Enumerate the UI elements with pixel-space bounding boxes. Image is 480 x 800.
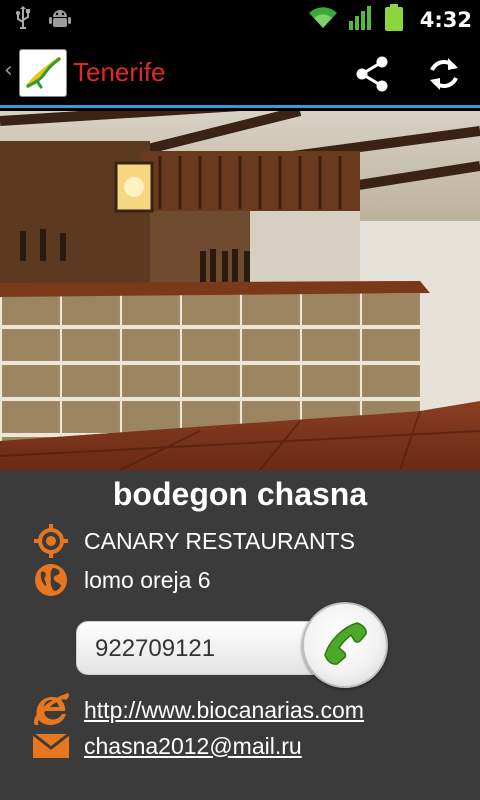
refresh-icon	[430, 58, 458, 90]
target-icon	[32, 522, 70, 560]
share-button[interactable]	[352, 54, 392, 94]
status-bar: 4:32	[0, 0, 480, 38]
category-row: CANARY RESTAURANTS	[32, 522, 355, 560]
wifi-icon	[308, 6, 338, 34]
android-debug-icon	[48, 6, 72, 34]
address-row: lomo oreja 6	[32, 561, 211, 599]
tenerife-island-icon	[26, 57, 61, 89]
share-icon	[356, 56, 388, 92]
globe-icon	[32, 561, 70, 599]
refresh-button[interactable]	[424, 54, 464, 94]
battery-icon	[384, 4, 404, 36]
restaurant-photo	[0, 111, 480, 470]
website-row[interactable]: http://www.biocanarias.com	[32, 691, 364, 729]
email-row[interactable]: chasna2012@mail.ru	[32, 727, 302, 765]
place-address: lomo oreja 6	[84, 566, 211, 593]
call-button[interactable]	[302, 602, 388, 688]
action-bar: ‹ Tenerife	[0, 38, 480, 108]
back-chevron-icon[interactable]: ‹	[4, 58, 13, 83]
phone-number: 922709121	[95, 635, 216, 662]
place-name: bodegon chasna	[112, 476, 368, 512]
place-category: CANARY RESTAURANTS	[84, 527, 355, 554]
signal-icon	[348, 5, 374, 35]
usb-icon	[14, 6, 32, 34]
page-title: Tenerife	[73, 57, 166, 87]
status-time: 4:32	[419, 8, 472, 32]
email-link[interactable]: chasna2012@mail.ru	[84, 733, 302, 760]
app-logo[interactable]	[19, 49, 67, 97]
website-link[interactable]: http://www.biocanarias.com	[84, 697, 364, 724]
place-details: bodegon chasna CANARY RESTAURANTS lomo o…	[0, 470, 480, 800]
phone-handset-icon	[324, 622, 367, 665]
internet-explorer-icon	[32, 691, 70, 729]
mail-icon	[32, 727, 70, 765]
